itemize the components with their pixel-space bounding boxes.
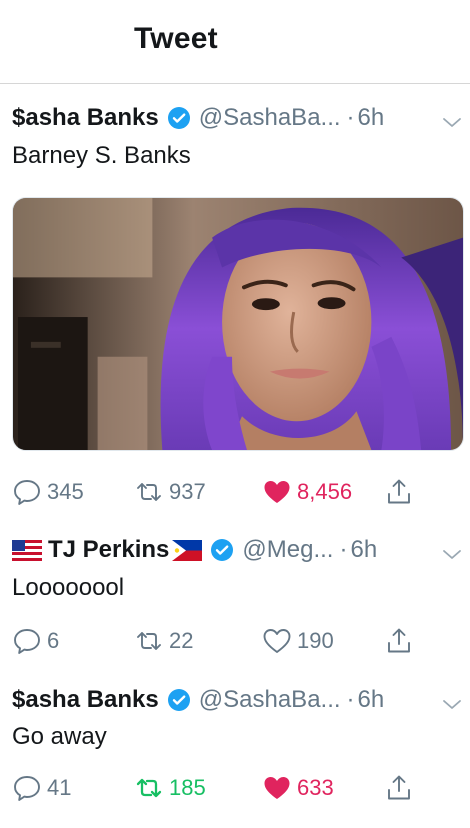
timestamp[interactable]: 6h	[358, 686, 385, 714]
page-title: Tweet	[134, 22, 218, 55]
like-button[interactable]: 633	[262, 768, 334, 808]
share-icon	[388, 775, 410, 800]
retweet-icon	[136, 778, 162, 798]
display-name[interactable]: $asha Banks	[12, 104, 159, 132]
reply-count: 41	[47, 775, 72, 800]
retweet-icon	[137, 632, 161, 650]
retweet-count: 185	[169, 775, 206, 800]
tweet-text: Go away	[12, 723, 107, 750]
tweet-actions: 41 185 633	[0, 768, 470, 808]
share-button[interactable]	[384, 768, 419, 808]
heart-icon	[264, 777, 290, 799]
reply-icon	[14, 480, 40, 505]
retweet-count: 937	[169, 479, 206, 504]
us-flag-icon	[12, 539, 42, 561]
chevron-down-icon[interactable]	[440, 542, 464, 566]
share-button[interactable]	[384, 472, 419, 512]
reply-button[interactable]: 345	[12, 472, 84, 512]
tweet-author-line: $asha Banks @SashaBa... · 6h	[12, 686, 384, 714]
timestamp[interactable]: 6h	[350, 536, 377, 564]
handle[interactable]: @Meg...	[242, 536, 333, 564]
chevron-down-icon[interactable]	[440, 110, 464, 134]
handle[interactable]: @SashaBa...	[199, 104, 341, 132]
like-count: 633	[297, 775, 334, 800]
tweet-text: Loooooool	[12, 574, 125, 601]
handle[interactable]: @SashaBa...	[199, 686, 341, 714]
retweet-icon	[137, 483, 161, 501]
tweet-main[interactable]: $asha Banks @SashaBa... · 6h Barney S. B…	[0, 84, 470, 511]
reply-count: 345	[47, 479, 84, 504]
tweet-photo[interactable]	[12, 197, 464, 451]
heart-icon	[264, 481, 290, 503]
share-icon	[388, 479, 410, 504]
tweet-text: Barney S. Banks	[12, 142, 191, 169]
like-button[interactable]: 8,456	[262, 472, 352, 512]
like-button[interactable]: 190	[262, 621, 334, 661]
retweet-button[interactable]: 937	[134, 472, 206, 512]
dot-separator: ·	[339, 536, 348, 563]
share-icon	[388, 628, 410, 653]
reply-icon	[14, 629, 40, 654]
tweet-actions: 6 22 190	[0, 621, 470, 661]
retweet-button[interactable]: 22	[134, 621, 193, 661]
reply-button[interactable]: 41	[12, 768, 71, 808]
dot-separator: ·	[346, 686, 355, 713]
header: Tweet	[0, 0, 470, 84]
like-count: 8,456	[297, 479, 353, 504]
philippines-flag-icon	[172, 539, 203, 561]
retweet-button[interactable]: 185	[134, 768, 206, 808]
heart-icon	[263, 629, 291, 653]
reply-button[interactable]: 6	[12, 621, 59, 661]
retweet-count: 22	[169, 628, 194, 653]
display-name[interactable]: $asha Banks	[12, 686, 159, 714]
tweet-author-line: TJ Perkins @Meg... · 6h	[12, 536, 377, 564]
reply-icon	[14, 776, 40, 801]
tweet-actions: 345 937 8,456	[0, 472, 470, 512]
tweet-reply[interactable]: $asha Banks @SashaBa... · 6h Go away 41 …	[0, 676, 470, 828]
share-button[interactable]	[384, 621, 419, 661]
reply-count: 6	[47, 628, 60, 653]
verified-badge-icon	[167, 689, 190, 711]
timestamp[interactable]: 6h	[358, 104, 385, 132]
photo-image	[13, 198, 463, 450]
tweet-author-line: $asha Banks @SashaBa... · 6h	[12, 104, 384, 132]
verified-badge-icon	[211, 539, 234, 561]
tweet-reply[interactable]: TJ Perkins @Meg... · 6h Loooooool 6 22 1…	[0, 511, 470, 676]
dot-separator: ·	[346, 104, 355, 131]
display-name[interactable]: TJ Perkins	[48, 536, 169, 564]
like-count: 190	[297, 628, 334, 653]
chevron-down-icon[interactable]	[440, 692, 464, 716]
verified-badge-icon	[167, 107, 190, 129]
